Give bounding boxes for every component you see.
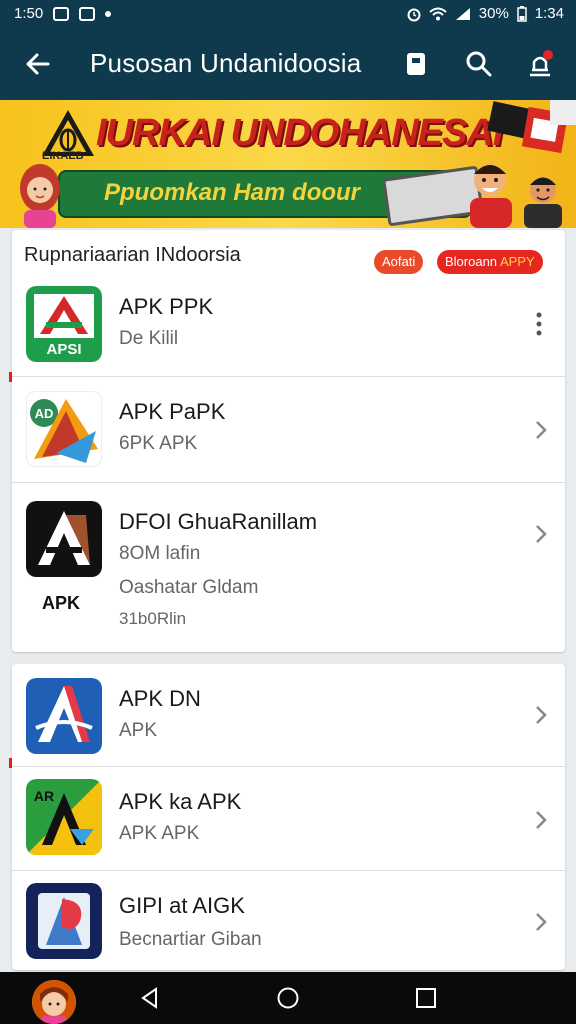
notifications-icon[interactable] [524, 48, 556, 80]
status-bar: 1:50 30% 1:34 [0, 0, 576, 28]
app-icon-green-yellow: AR [26, 779, 102, 855]
app-icon-caption: APK [42, 593, 81, 613]
gallery-icon [53, 6, 70, 21]
app-list-card-top: Rupnariaarian INdoorsia Aofati Bloroann … [12, 230, 565, 652]
battery-percent: 30% [478, 5, 509, 22]
banner-headline: IURKAI UNDOHANESAI [96, 112, 503, 154]
bookmark-icon[interactable] [400, 48, 432, 80]
logo-caption: EIKAEB [42, 150, 84, 162]
app-subtitle: Becnartiar Giban [119, 929, 262, 950]
chevron-right-icon[interactable] [532, 809, 550, 831]
wifi-icon [429, 7, 447, 20]
app-name: DFOI GhuaRanillam [119, 509, 318, 534]
avatar-girl-icon [32, 980, 76, 1024]
app-name: APK PPK [119, 294, 214, 319]
app-icon-dark-blue-p [26, 883, 102, 959]
nav-back-icon[interactable] [138, 986, 162, 1010]
app-bar: Pusosan Undanidoosia [0, 28, 576, 100]
girl-illustration-icon [20, 164, 60, 228]
list-item[interactable]: APSI APK PPK De Kilil [12, 272, 565, 376]
app-icon-ad: AD [26, 391, 102, 467]
list-item[interactable]: APK DFOI GhuaRanillam 8OM lafin Oashatar… [12, 482, 565, 652]
app-icon-label: APSI [46, 341, 81, 358]
app-subtitle: APK [119, 720, 158, 741]
app-name: GIPI at AIGK [119, 893, 245, 918]
app-icon-apk-black [26, 501, 102, 577]
tag-badge-1[interactable]: Aofati [374, 250, 424, 274]
list-item[interactable]: APK DN APK [12, 664, 565, 766]
tag-badge-2-highlight: APPY [499, 254, 535, 269]
nav-home-icon[interactable] [276, 986, 300, 1010]
edge-marker [9, 372, 12, 382]
more-vert-icon[interactable] [534, 310, 544, 338]
chevron-right-icon[interactable] [532, 523, 550, 545]
list-item[interactable]: AR APK ka APK APK APK [12, 766, 565, 871]
app-icon-label: AR [34, 788, 54, 804]
tag-badge-1-label: Aofati [382, 254, 416, 269]
app-icon-blue-a [26, 678, 102, 754]
app-icon-apsi: APSI [26, 286, 102, 362]
tag-badge-2[interactable]: Bloroann APPY [437, 250, 543, 274]
photo-icon [79, 6, 96, 21]
status-time: 1:50 [14, 5, 44, 22]
app-subtitle: De Kilil [119, 328, 179, 349]
app-list-card-bottom: APK DN APK AR APK ka APK APK APK GIPI at… [12, 664, 565, 970]
app-subtitle: 6PK APK [119, 433, 198, 454]
app-detail-secondary: 31b0Rlin [119, 609, 187, 628]
battery-icon [517, 5, 527, 22]
system-nav-bar [0, 972, 576, 1024]
man-illustration-icon [524, 177, 562, 228]
app-subtitle: APK APK [119, 823, 200, 844]
app-name: APK ka APK [119, 789, 242, 814]
chevron-right-icon[interactable] [532, 704, 550, 726]
chevron-right-icon[interactable] [532, 419, 550, 441]
app-name: APK PaPK [119, 399, 226, 424]
app-icon-label: AD [35, 406, 54, 421]
tag-badge-2-label: Bloroann [445, 254, 498, 269]
app-subtitle: 8OM lafin [119, 543, 201, 564]
page-title: Pusosan Undanidoosia [90, 48, 362, 78]
back-arrow-icon[interactable] [22, 48, 54, 80]
list-item[interactable]: AD APK PaPK 6PK APK [12, 376, 565, 483]
notification-dot-icon [105, 10, 112, 17]
app-name: APK DN [119, 686, 201, 711]
avatar[interactable] [32, 980, 76, 1024]
chevron-right-icon[interactable] [532, 911, 550, 933]
app-detail: Oashatar Gldam [119, 577, 259, 598]
list-item[interactable]: GIPI at AIGK Becnartiar Giban [12, 870, 565, 970]
nav-recents-icon[interactable] [414, 986, 438, 1010]
promo-banner[interactable]: EIKAEB IURKAI UNDOHANESAI Ppuomkan Ham d… [0, 100, 576, 228]
banner-subtext: Ppuomkan Ham doour [104, 179, 361, 206]
section-title: Rupnariaarian INdoorsia [24, 244, 241, 266]
edge-marker [9, 758, 12, 768]
alarm-icon [407, 8, 421, 21]
status-clock-right: 1:34 [534, 5, 564, 22]
search-icon[interactable] [463, 48, 495, 80]
boy-illustration-icon [470, 164, 512, 228]
signal-icon [455, 7, 470, 20]
